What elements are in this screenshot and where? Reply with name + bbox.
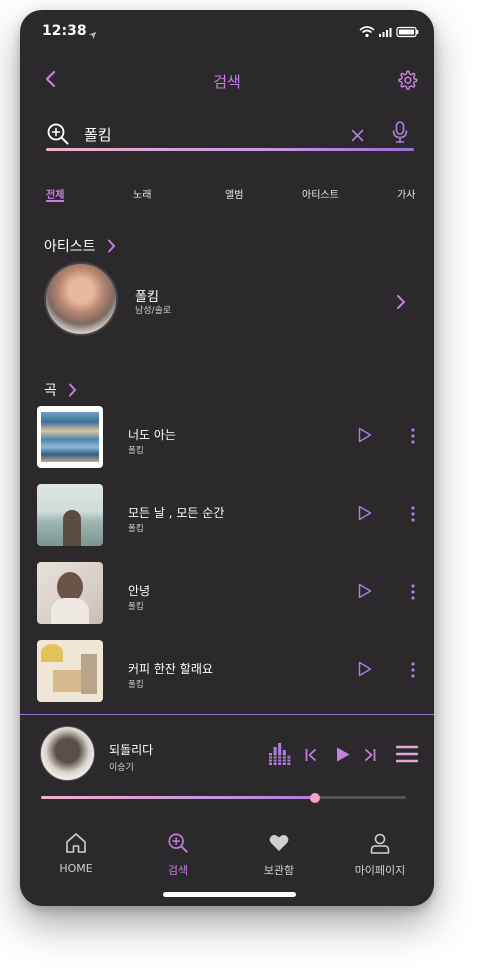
nav-home[interactable]: HOME [26, 832, 126, 875]
more-vertical-icon[interactable] [411, 428, 415, 448]
app-screen: 12:38 검색 폴킴 전체 노래 앨범 아티스트 가사 아티스트 폴킴 남성/… [20, 10, 434, 906]
chevron-right-icon [68, 382, 77, 401]
more-vertical-icon[interactable] [411, 584, 415, 604]
song-title: 커피 한잔 할래요 [128, 662, 213, 676]
tab-all[interactable]: 전체 [46, 186, 64, 201]
progress-fill [41, 796, 315, 799]
user-icon [369, 833, 391, 858]
nav-label: 검색 [167, 864, 189, 877]
now-playing-artist: 이승기 [109, 763, 134, 773]
song-artist: 폴킴 [128, 446, 144, 456]
gear-icon[interactable] [396, 69, 418, 95]
chevron-right-icon [107, 238, 116, 257]
home-icon [65, 833, 87, 858]
song-title: 너도 아는 [128, 428, 176, 442]
play-icon[interactable] [358, 505, 372, 525]
progress-knob[interactable] [310, 793, 320, 803]
tab-songs[interactable]: 노래 [133, 186, 151, 201]
status-icons [358, 24, 420, 43]
page-title: 검색 [213, 73, 241, 91]
artist-avatar[interactable] [44, 262, 118, 336]
section-title-songs: 곡 [44, 383, 57, 399]
now-playing-title: 되돌리다 [109, 743, 154, 757]
playlist-menu-icon[interactable] [395, 745, 419, 767]
now-playing-album-art[interactable] [40, 726, 95, 781]
location-icon [88, 25, 97, 44]
chevron-right-icon[interactable] [396, 294, 406, 314]
album-art [37, 484, 103, 546]
section-title-artist: 아티스트 [44, 239, 96, 255]
song-row[interactable]: 모든 날 , 모든 순간 폴킴 [20, 484, 434, 552]
song-title: 안녕 [128, 584, 151, 598]
song-artist: 폴킴 [128, 680, 144, 690]
artist-subtitle: 남성/솔로 [135, 306, 172, 316]
search-icon [46, 122, 70, 150]
search-icon [167, 833, 189, 858]
close-icon[interactable] [351, 127, 364, 146]
song-title: 모든 날 , 모든 순간 [128, 506, 225, 520]
tab-albums[interactable]: 앨범 [225, 186, 243, 201]
next-track-icon[interactable] [364, 747, 376, 766]
player-divider [20, 714, 434, 715]
active-tab-indicator [46, 200, 64, 202]
album-art [37, 406, 103, 468]
nav-search[interactable]: 검색 [128, 832, 228, 878]
album-art [37, 640, 103, 702]
album-art [37, 562, 103, 624]
song-row[interactable]: 커피 한잔 할래요 폴킴 [20, 640, 434, 708]
artist-section-header[interactable]: 아티스트 [44, 236, 116, 257]
song-artist: 폴킴 [128, 602, 144, 612]
nav-label: 마이페이지 [354, 864, 406, 877]
nav-label: HOME [59, 862, 93, 875]
search-underline [46, 148, 414, 151]
play-icon[interactable] [358, 661, 372, 681]
microphone-icon[interactable] [392, 121, 408, 147]
song-row[interactable]: 너도 아는 폴킴 [20, 406, 434, 474]
play-icon[interactable] [358, 583, 372, 603]
previous-track-icon[interactable] [305, 747, 317, 766]
nav-my-page[interactable]: 마이페이지 [330, 832, 430, 878]
search-input[interactable]: 폴킴 [84, 124, 112, 145]
more-vertical-icon[interactable] [411, 506, 415, 526]
play-pause-icon[interactable] [336, 747, 350, 766]
nav-library[interactable]: 보관함 [229, 832, 329, 878]
song-artist: 폴킴 [128, 524, 144, 534]
heart-icon [268, 835, 290, 858]
status-time: 12:38 [42, 23, 87, 39]
tab-artists[interactable]: 아티스트 [302, 186, 339, 201]
song-row[interactable]: 안녕 폴킴 [20, 562, 434, 630]
tab-lyrics[interactable]: 가사 [397, 186, 415, 201]
nav-label: 보관함 [263, 864, 295, 877]
home-indicator[interactable] [163, 892, 296, 897]
equalizer-icon[interactable] [269, 743, 291, 769]
more-vertical-icon[interactable] [411, 662, 415, 682]
play-icon[interactable] [358, 427, 372, 447]
songs-section-header[interactable]: 곡 [44, 380, 77, 401]
